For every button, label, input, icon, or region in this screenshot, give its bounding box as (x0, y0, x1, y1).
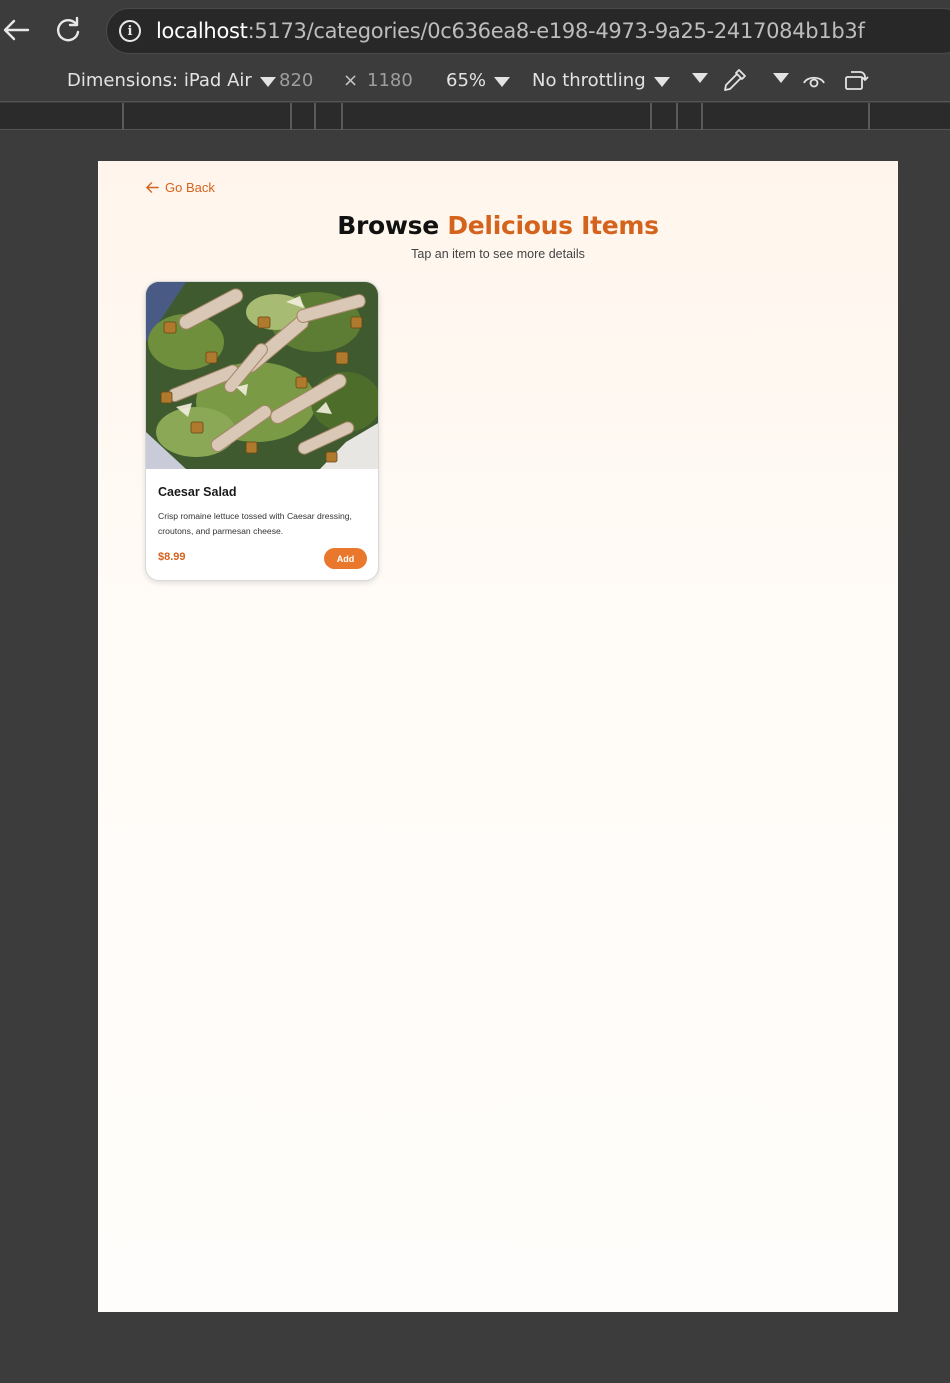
rotate-icon[interactable] (843, 68, 871, 94)
page-title-plain: Browse (337, 211, 439, 240)
eye-icon[interactable] (801, 68, 827, 94)
browser-address-row: i localhost:5173/categories/0c636ea8-e19… (0, 0, 950, 62)
page-title: Browse Delicious Items (98, 211, 898, 240)
height-value: 1180 (367, 70, 413, 91)
go-back-link[interactable]: Go Back (145, 180, 215, 195)
page-subtitle: Tap an item to see more details (411, 247, 585, 261)
chevron-down-icon (653, 77, 670, 87)
item-description: Crisp romaine lettuce tossed with Caesar… (158, 511, 352, 536)
caesar-salad-photo (146, 282, 378, 469)
ruler-tick (868, 103, 870, 130)
add-to-cart-button[interactable]: Add (324, 548, 367, 569)
width-input[interactable]: 820 (279, 70, 313, 91)
zoom-value: 65% (446, 70, 487, 91)
url-path: :5173/categories/0c636ea8-e198-4973-9a25… (247, 19, 865, 43)
device-toolbar: Dimensions: iPad Air 820 × 1180 65% No t… (0, 62, 950, 102)
ruler-tick (290, 103, 292, 130)
dimension-separator: × (343, 70, 358, 91)
height-input[interactable]: 1180 (367, 70, 413, 91)
more-options-select[interactable] (692, 70, 708, 83)
zoom-select[interactable]: 65% (446, 70, 511, 91)
times-icon: × (343, 70, 359, 91)
item-name: Caesar Salad (158, 485, 237, 499)
go-back-label: Go Back (165, 180, 215, 195)
page-title-accent: Delicious Items (447, 211, 659, 240)
arrow-left-icon (146, 182, 159, 193)
address-bar[interactable]: i localhost:5173/categories/0c636ea8-e19… (106, 8, 950, 54)
ruler-tick (341, 103, 343, 130)
throttling-select[interactable]: No throttling (532, 70, 670, 91)
ruler-tick (122, 103, 124, 130)
chevron-down-icon (773, 73, 789, 83)
ruler-tick (701, 103, 703, 130)
chevron-down-icon (494, 77, 511, 87)
throttling-value: No throttling (532, 70, 646, 91)
dimensions-label: Dimensions: iPad Air (67, 70, 252, 91)
url-host: localhost (156, 19, 248, 43)
url-text[interactable]: localhost:5173/categories/0c636ea8-e198-… (156, 19, 865, 43)
site-info-icon[interactable]: i (119, 20, 141, 42)
eyedropper-icon[interactable] (722, 67, 748, 93)
ruler-tick (676, 103, 678, 130)
dimensions-select[interactable]: Dimensions: iPad Air (67, 70, 276, 91)
chevron-down-icon (259, 77, 276, 87)
item-price: $8.99 (158, 551, 186, 563)
width-value: 820 (279, 70, 314, 91)
back-arrow-icon[interactable] (0, 14, 32, 46)
vision-select[interactable] (773, 70, 789, 83)
reload-icon[interactable] (52, 14, 84, 46)
chevron-down-icon (692, 73, 708, 83)
ruler-tick (650, 103, 652, 130)
menu-item-card[interactable]: Caesar Salad Crisp romaine lettuce tosse… (145, 281, 379, 581)
ruler-tick (314, 103, 316, 130)
media-query-ruler[interactable] (0, 103, 950, 130)
page-viewport: Go Back Browse Delicious Items Tap an it… (98, 161, 898, 1312)
